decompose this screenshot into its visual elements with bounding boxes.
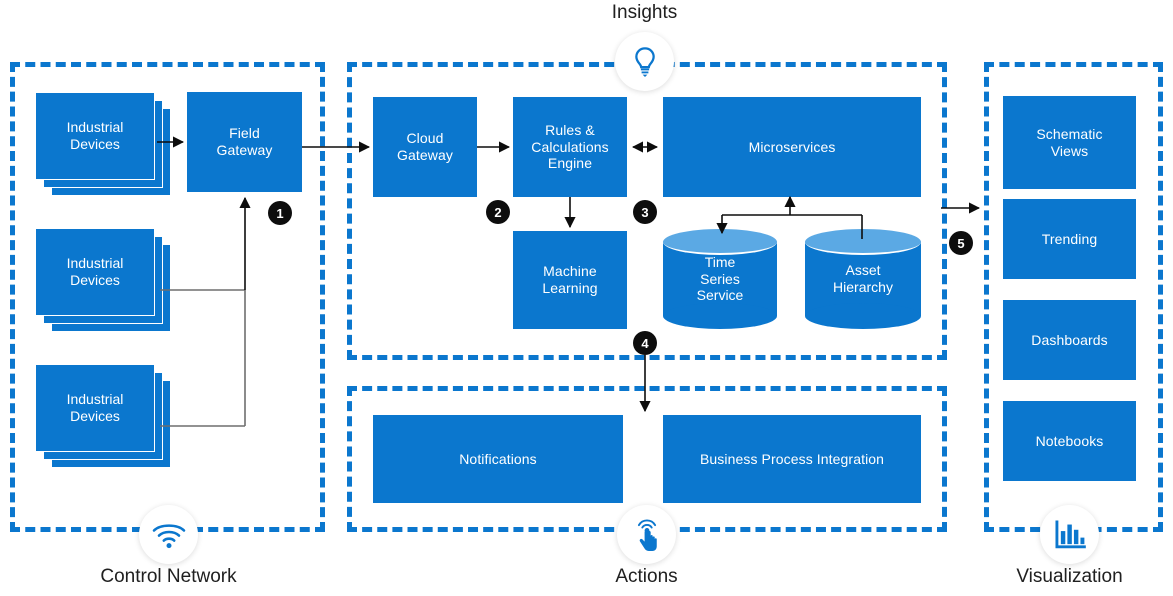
step-badge-5: 5	[949, 231, 973, 255]
lightbulb-icon	[634, 46, 655, 77]
microservices-box[interactable]: Microservices	[663, 97, 921, 197]
caption-actions: Actions	[615, 566, 678, 587]
rules-calculations-engine-box[interactable]: Rules & Calculations Engine	[513, 97, 627, 197]
business-process-integration-box[interactable]: Business Process Integration	[663, 415, 921, 503]
industrial-devices-label: Industrial Devices	[35, 228, 155, 316]
step-badge-3: 3	[633, 200, 657, 224]
field-gateway-box[interactable]: Field Gateway	[187, 92, 302, 192]
industrial-devices-label: Industrial Devices	[35, 364, 155, 452]
caption-control-network: Control Network	[100, 566, 237, 587]
cloud-gateway-box[interactable]: Cloud Gateway	[373, 97, 477, 197]
step-badge-2: 2	[486, 200, 510, 224]
caption-visualization: Visualization	[1016, 566, 1123, 587]
trending-box[interactable]: Trending	[1003, 199, 1136, 279]
industrial-devices-stack-3[interactable]: Industrial Devices	[35, 364, 171, 468]
dashboards-box[interactable]: Dashboards	[1003, 300, 1136, 380]
schematic-views-box[interactable]: Schematic Views	[1003, 96, 1136, 189]
touch-icon	[637, 519, 657, 551]
insights-icon-chip	[615, 32, 674, 91]
step-badge-4: 4	[633, 331, 657, 355]
notebooks-box[interactable]: Notebooks	[1003, 401, 1136, 481]
industrial-devices-stack-1[interactable]: Industrial Devices	[35, 92, 171, 196]
bar-chart-icon	[1054, 519, 1086, 548]
industrial-devices-label: Industrial Devices	[35, 92, 155, 180]
asset-hierarchy-label: Asset Hierarchy	[833, 262, 893, 295]
time-series-service-label: Time Series Service	[696, 253, 744, 304]
control-network-icon-chip	[139, 505, 198, 564]
architecture-diagram: Industrial Devices Industrial Devices Indu…	[0, 0, 1173, 596]
visualization-icon-chip	[1040, 505, 1099, 564]
wifi-icon	[152, 523, 185, 548]
asset-hierarchy-cylinder[interactable]: Asset Hierarchy	[805, 229, 921, 329]
notifications-box[interactable]: Notifications	[373, 415, 623, 503]
time-series-service-cylinder[interactable]: Time Series Service	[663, 229, 777, 329]
machine-learning-box[interactable]: Machine Learning	[513, 231, 627, 329]
caption-insights: Insights	[611, 2, 678, 23]
actions-icon-chip	[617, 505, 676, 564]
industrial-devices-stack-2[interactable]: Industrial Devices	[35, 228, 171, 332]
step-badge-1: 1	[268, 201, 292, 225]
